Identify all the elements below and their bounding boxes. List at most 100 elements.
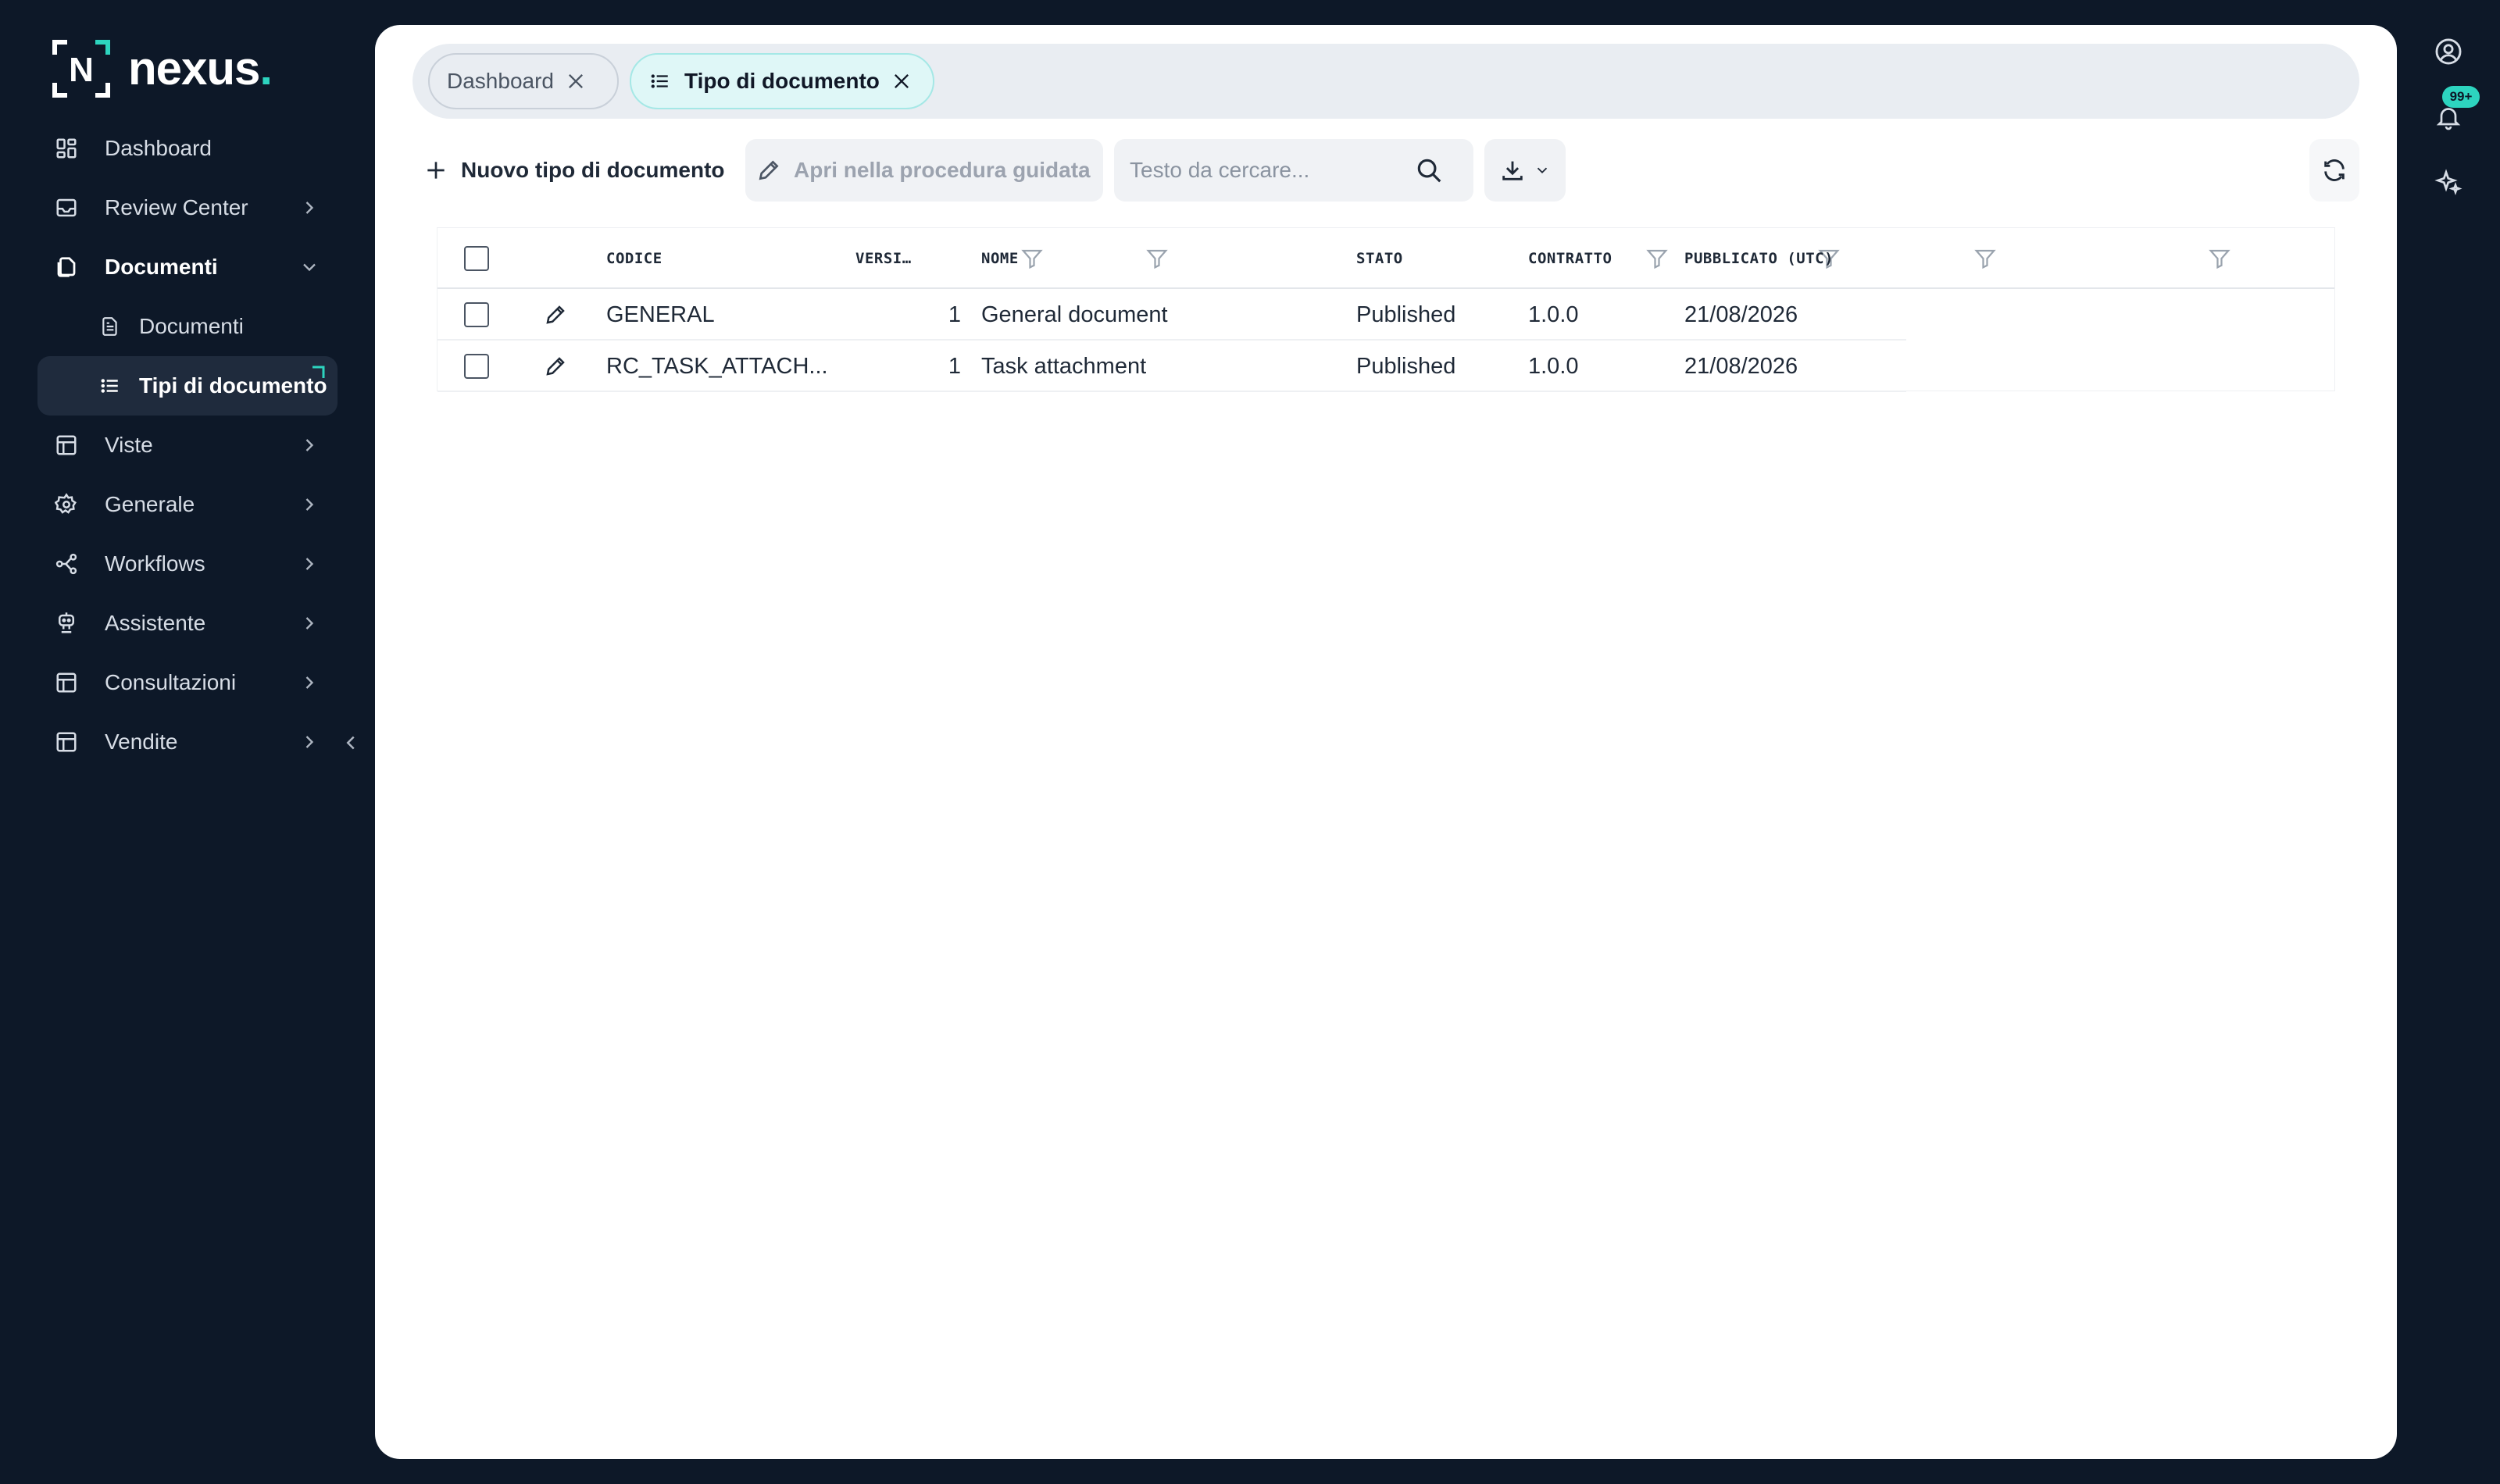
open-wizard-button[interactable]: Apri nella procedura guidata — [745, 139, 1103, 202]
sidebar-item-viste[interactable]: Viste — [38, 416, 338, 475]
cell-pubblicato: 21/08/2026 — [1684, 301, 1798, 327]
tab-bar: Dashboard Tipo di documento — [412, 44, 2359, 119]
sidebar-item-generale[interactable]: Generale — [38, 475, 338, 534]
sidebar-subitem-documenti[interactable]: Documenti — [38, 297, 338, 356]
column-header-versione[interactable]: VERSI… — [855, 228, 912, 289]
table-row[interactable]: RC_TASK_ATTACH... 1 Task attachment Publ… — [438, 341, 1906, 392]
chevron-right-icon — [305, 202, 314, 214]
active-indicator-icon — [312, 366, 325, 378]
new-button-label: Nuovo tipo di documento — [461, 158, 725, 182]
sidebar-item-assistente[interactable]: Assistente — [38, 594, 338, 653]
sidebar-item-workflows[interactable]: Workflows — [38, 534, 338, 594]
sidebar-item-label: Workflows — [105, 551, 205, 576]
sidebar-item-label: Review Center — [105, 195, 248, 219]
chevron-right-icon — [305, 498, 314, 511]
column-header-nome[interactable]: NOME — [981, 228, 1019, 289]
filter-icon[interactable] — [1145, 247, 1169, 270]
notification-count-badge: 99+ — [2442, 86, 2480, 108]
export-download-button[interactable] — [1484, 139, 1566, 202]
cell-codice: RC_TASK_ATTACH... — [606, 353, 828, 379]
logo-mark-letter: N — [69, 51, 94, 89]
main-panel: Dashboard Tipo di documento Nuovo tipo d… — [375, 25, 2397, 1459]
column-header-contratto[interactable]: CONTRATTO — [1528, 228, 1612, 289]
chevron-down-icon — [1537, 167, 1548, 174]
sidebar-item-label: Generale — [105, 492, 195, 516]
column-header-codice[interactable]: CODICE — [606, 228, 662, 289]
workflow-icon — [53, 551, 80, 577]
sidebar-item-review-center[interactable]: Review Center — [38, 178, 338, 237]
documents-icon — [53, 254, 80, 280]
user-profile-button[interactable] — [2433, 36, 2464, 67]
sidebar-item-label: Consultazioni — [105, 670, 237, 694]
filter-icon[interactable] — [2208, 247, 2231, 270]
row-checkbox[interactable] — [464, 302, 489, 327]
table-row[interactable]: GENERAL 1 General document Published 1.0… — [438, 289, 1906, 341]
sidebar-subitem-tipi-di-documento[interactable]: Tipi di documento — [38, 356, 338, 416]
cell-versione: 1 — [948, 353, 961, 379]
cell-contratto: 1.0.0 — [1528, 353, 1579, 379]
edit-pencil-icon[interactable] — [544, 355, 567, 378]
inbox-icon — [53, 194, 80, 221]
sidebar-item-label: Dashboard — [105, 136, 212, 160]
sidebar: N nexus. Dashboard Review Center Documen… — [0, 0, 367, 1484]
chevron-right-icon — [305, 736, 314, 748]
sidebar-item-label: Documenti — [105, 255, 218, 279]
table-icon — [53, 432, 80, 458]
row-checkbox[interactable] — [464, 354, 489, 379]
filter-icon[interactable] — [1645, 247, 1669, 270]
close-icon[interactable] — [891, 70, 914, 93]
plus-icon — [423, 158, 448, 183]
table-icon — [53, 729, 80, 755]
search-icon[interactable] — [1414, 155, 1444, 185]
file-icon — [98, 315, 122, 338]
robot-icon — [53, 610, 80, 637]
tab-label: Tipo di documento — [684, 69, 880, 93]
chevron-down-icon — [303, 263, 316, 272]
list-icon — [650, 70, 673, 93]
filter-icon[interactable] — [1973, 247, 1997, 270]
cell-stato: Published — [1356, 353, 1456, 379]
document-types-table: CODICE VERSI… NOME STATO CONTRATTO PUBBL… — [438, 228, 2334, 392]
brand-dot: . — [259, 42, 273, 95]
sidebar-nav: Dashboard Review Center Documenti Docume… — [38, 119, 338, 772]
column-header-pubblicato[interactable]: PUBBLICATO (UTC) — [1684, 228, 1834, 289]
close-icon[interactable] — [565, 70, 588, 93]
download-icon — [1502, 161, 1523, 180]
refresh-button[interactable] — [2309, 139, 2359, 202]
column-header-stato[interactable]: STATO — [1356, 228, 1403, 289]
chevron-right-icon — [305, 617, 314, 630]
refresh-icon — [2324, 159, 2345, 181]
sidebar-item-consultazioni[interactable]: Consultazioni — [38, 653, 338, 712]
sidebar-item-vendite[interactable]: Vendite — [38, 712, 338, 772]
sidebar-item-label: Assistente — [105, 611, 206, 635]
edit-pencil-icon[interactable] — [544, 303, 567, 326]
sidebar-subitem-label: Tipi di documento — [139, 373, 327, 398]
tab-dashboard[interactable]: Dashboard — [428, 53, 619, 109]
cell-pubblicato: 21/08/2026 — [1684, 353, 1798, 379]
search-input[interactable] — [1114, 139, 1411, 202]
sidebar-item-documenti[interactable]: Documenti — [38, 237, 338, 297]
new-document-type-button[interactable]: Nuovo tipo di documento — [412, 139, 734, 202]
filter-icon[interactable] — [1020, 247, 1044, 270]
search-box — [1114, 139, 1473, 202]
pencil-icon — [756, 158, 781, 183]
brand-logo[interactable]: N nexus. — [52, 37, 273, 100]
gear-icon — [53, 491, 80, 518]
select-all-checkbox[interactable] — [464, 246, 489, 271]
cell-nome: General document — [981, 301, 1168, 327]
chevron-right-icon — [305, 558, 314, 570]
sidebar-item-label: Vendite — [105, 730, 178, 754]
ai-assistant-button[interactable] — [2433, 167, 2464, 198]
tab-label: Dashboard — [447, 69, 554, 93]
sidebar-item-label: Viste — [105, 433, 153, 457]
toolbar: Nuovo tipo di documento Apri nella proce… — [412, 139, 2359, 202]
sidebar-item-dashboard[interactable]: Dashboard — [38, 119, 338, 178]
wizard-button-label: Apri nella procedura guidata — [794, 158, 1091, 182]
brand-name: nexus — [128, 42, 260, 95]
cell-stato: Published — [1356, 301, 1456, 327]
cell-versione: 1 — [948, 301, 961, 327]
table-icon — [53, 669, 80, 696]
user-circle-icon — [2435, 38, 2462, 65]
collapse-sidebar-icon[interactable] — [339, 731, 362, 754]
tab-tipo-di-documento[interactable]: Tipo di documento — [630, 53, 934, 109]
